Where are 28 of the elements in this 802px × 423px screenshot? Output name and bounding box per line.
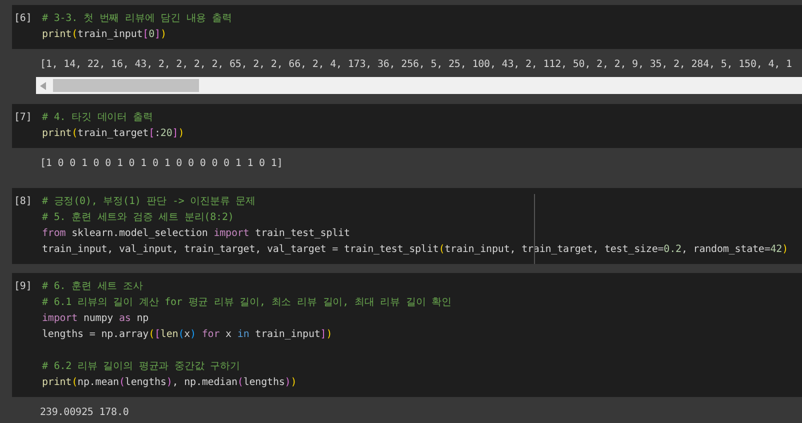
cell-prompt: [9] (13, 280, 33, 294)
code-line: # 4. 타깃 데이터 출력 (42, 111, 154, 125)
code-line: # 6. 훈련 세트 조사 (42, 280, 144, 294)
cell-output: [1, 14, 22, 16, 43, 2, 2, 2, 2, 65, 2, 2, 66, 2, 4, 173, 36, 256, 5, 25, 100, 43, 2, 112, 50, 2, 2, 9, 35, 2, 284, 5, 150, 4, 1 (40, 58, 793, 72)
cell-prompt: [8] (13, 195, 33, 209)
code-cell[interactable]: [6] # 3-3. 첫 번째 리뷰에 담긴 내용 출력 print(train_input[0]) (12, 5, 802, 49)
cell-prompt: [6] (13, 12, 33, 26)
code-cell[interactable] (12, 188, 802, 264)
cell-output: 239.00925 178.0 (40, 406, 130, 420)
code-line: # 3-3. 첫 번째 리뷰에 담긴 내용 출력 (42, 12, 232, 26)
cell-prompt: [7] (13, 111, 33, 125)
scrollbar-thumb[interactable] (53, 79, 199, 92)
code-cell[interactable] (12, 273, 802, 397)
code-line: # 긍정(0), 부정(1) 판단 -> 이진분류 문제 (42, 195, 257, 209)
code-cell[interactable]: [7] # 4. 타깃 데이터 출력 print(train_target[:20]) (12, 104, 802, 148)
left-arrow-icon[interactable] (40, 82, 46, 90)
code-line: print(np.mean(lengths), np.median(lengths)) (42, 376, 298, 390)
code-line: train_input, val_input, train_target, val_target = train_test_split(train_input, train_target, test_size=0.2, random_state=42) (42, 243, 788, 257)
code-line: # 5. 훈련 세트와 검증 세트 분리(8:2) (42, 211, 235, 225)
code-line: import numpy as np (42, 312, 150, 326)
code-line: from sklearn.model_selection import train_test_split (42, 227, 351, 241)
code-line: # 6.1 리뷰의 길이 계산 for 평균 리뷰 길이, 최소 리뷰 길이, 최대 리뷰 길이 확인 (42, 296, 452, 310)
code-line: # 6.2 리뷰 길이의 평균과 중간값 구하기 (42, 360, 241, 374)
horizontal-scrollbar[interactable] (36, 77, 802, 94)
code-line: print(train_input[0]) (42, 28, 168, 42)
cell-output: [1 0 0 1 0 0 1 0 1 0 1 0 0 0 0 0 1 1 0 1] (40, 157, 284, 171)
code-line: lengths = np.array([len(x) for x in train_input]) (42, 328, 334, 342)
code-line: print(train_target[:20]) (42, 127, 184, 141)
